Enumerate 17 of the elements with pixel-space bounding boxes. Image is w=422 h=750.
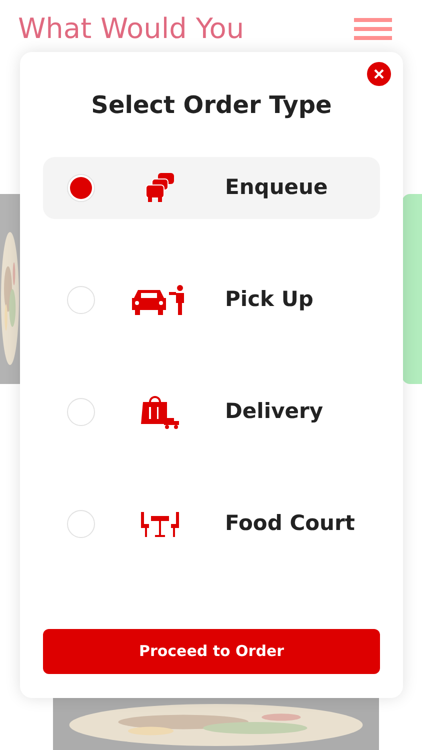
menu-icon[interactable] bbox=[354, 16, 392, 42]
radio-button[interactable] bbox=[67, 510, 95, 538]
bag-and-truck-icon bbox=[140, 394, 180, 430]
order-type-option[interactable]: Enqueue bbox=[43, 157, 380, 219]
table-and-chairs-icon bbox=[140, 510, 180, 538]
dialog-title: Select Order Type bbox=[90, 90, 333, 121]
option-label: Food Court bbox=[225, 510, 355, 538]
option-label: Pick Up bbox=[225, 286, 314, 314]
proceed-button[interactable]: Proceed to Order bbox=[43, 629, 380, 674]
radio-button[interactable] bbox=[67, 398, 95, 426]
close-button[interactable] bbox=[367, 62, 391, 86]
option-label: Delivery bbox=[225, 398, 324, 426]
option-label: Enqueue bbox=[225, 174, 328, 202]
close-icon bbox=[374, 69, 384, 79]
radio-button[interactable] bbox=[67, 174, 95, 202]
page-heading: What Would You bbox=[18, 12, 244, 46]
radio-button[interactable] bbox=[67, 286, 95, 314]
